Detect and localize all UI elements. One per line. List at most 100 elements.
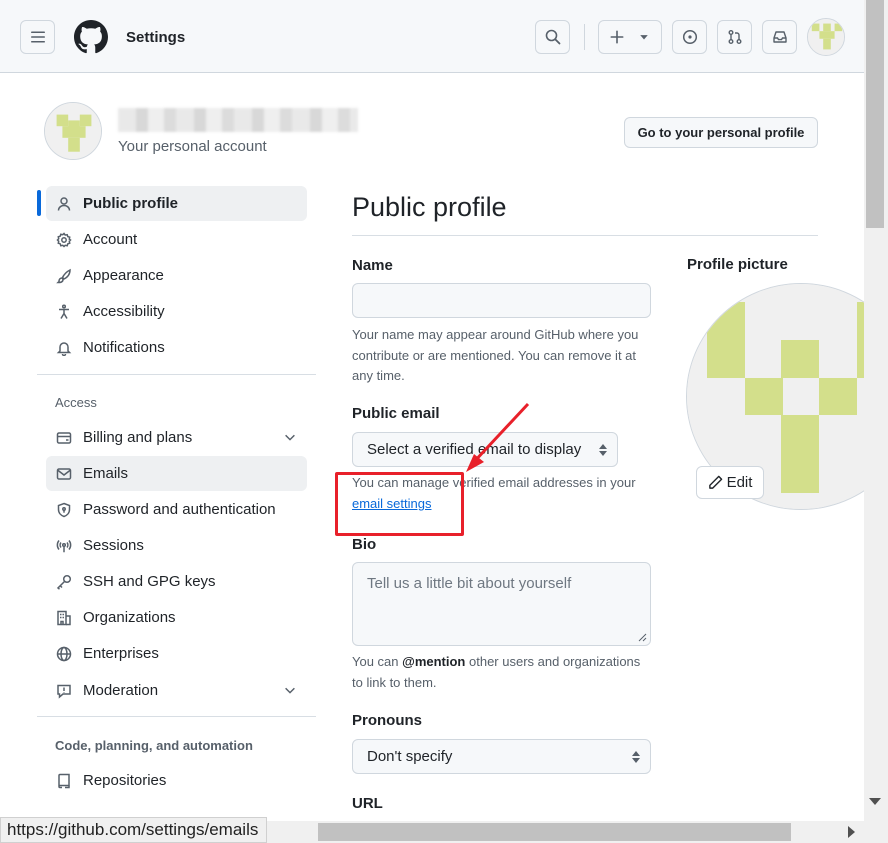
url-label: URL <box>352 795 383 812</box>
sidebar-item-enterprises[interactable]: Enterprises <box>46 636 307 671</box>
bell-icon <box>54 338 74 358</box>
bio-placeholder: Tell us a little bit about yourself <box>367 575 572 592</box>
triangle-down-icon <box>640 35 648 40</box>
pencil-icon <box>708 475 722 489</box>
scroll-down-arrow-icon[interactable] <box>869 798 881 805</box>
sidebar-item-label: SSH and GPG keys <box>83 573 216 590</box>
scroll-right-arrow-icon[interactable] <box>848 826 855 838</box>
edit-label: Edit <box>726 474 753 491</box>
sidebar-item-label: Organizations <box>83 609 176 626</box>
sidebar-item-label: Sessions <box>83 537 144 554</box>
sidebar-item-billing[interactable]: Billing and plans <box>46 420 307 455</box>
global-header: Settings <box>0 0 864 73</box>
bio-help-prefix: You can <box>352 654 399 669</box>
sidebar-item-sessions[interactable]: Sessions <box>46 528 307 563</box>
plus-icon <box>610 30 624 44</box>
credit-card-icon <box>54 428 74 448</box>
github-logo[interactable] <box>74 20 108 54</box>
pronouns-select-value: Don't specify <box>367 748 453 765</box>
sidebar-section-code: Code, planning, and automation <box>55 738 253 753</box>
pronouns-select[interactable]: Don't specify <box>352 739 651 774</box>
key-icon <box>54 572 74 592</box>
sidebar-item-label: Repositories <box>83 772 167 789</box>
hamburger-menu-button[interactable] <box>20 20 55 54</box>
sidebar-item-accessibility[interactable]: Accessibility <box>46 294 307 329</box>
account-subtitle: Your personal account <box>118 138 267 155</box>
sidebar-item-password[interactable]: Password and authentication <box>46 492 307 527</box>
sidebar-item-organizations[interactable]: Organizations <box>46 600 307 635</box>
chevron-down-icon[interactable] <box>283 430 297 444</box>
sidebar-item-ssh-keys[interactable]: SSH and GPG keys <box>46 564 307 599</box>
annotation-highlight-box <box>335 472 464 536</box>
globe-icon <box>54 644 74 664</box>
page-title: Public profile <box>352 192 507 222</box>
sidebar-item-label: Appearance <box>83 267 164 284</box>
repo-icon <box>54 771 74 791</box>
search-button[interactable] <box>535 20 570 54</box>
public-email-label: Public email <box>352 405 440 422</box>
active-indicator <box>37 190 41 216</box>
sidebar-item-label: Emails <box>83 465 129 482</box>
pronouns-label: Pronouns <box>352 712 422 729</box>
person-icon <box>54 194 74 214</box>
horizontal-scroll-thumb[interactable] <box>318 823 791 841</box>
header-divider <box>584 24 585 50</box>
page-context-title[interactable]: Settings <box>126 29 185 46</box>
edit-picture-button[interactable]: Edit <box>696 466 764 499</box>
sidebar-item-label: Enterprises <box>83 645 159 662</box>
name-help-text: Your name may appear around GitHub where… <box>352 327 639 383</box>
sidebar-item-account[interactable]: Account <box>46 222 307 257</box>
create-new-button[interactable] <box>598 20 662 54</box>
name-input[interactable] <box>352 283 651 318</box>
vertical-scroll-thumb[interactable] <box>866 0 884 228</box>
inbox-button[interactable] <box>762 20 797 54</box>
sidebar-item-label: Account <box>83 231 138 248</box>
broadcast-icon <box>54 536 74 556</box>
sidebar-divider <box>37 716 316 717</box>
go-to-profile-button[interactable]: Go to your personal profile <box>624 117 818 148</box>
resize-handle-icon[interactable] <box>637 632 647 642</box>
sidebar-section-access: Access <box>55 395 97 410</box>
sidebar-item-notifications[interactable]: Notifications <box>46 330 307 365</box>
identicon-avatar <box>808 19 844 55</box>
bio-textarea[interactable]: Tell us a little bit about yourself <box>352 562 651 646</box>
pull-requests-button[interactable] <box>717 20 752 54</box>
sidebar-item-appearance[interactable]: Appearance <box>46 258 307 293</box>
search-icon <box>545 29 560 45</box>
profile-picture-label: Profile picture <box>687 256 788 273</box>
sidebar-item-label: Notifications <box>83 339 165 356</box>
sidebar-item-label: Password and authentication <box>83 501 276 518</box>
paintbrush-icon <box>54 266 74 286</box>
gear-icon <box>54 230 74 250</box>
title-divider <box>352 235 818 236</box>
annotation-arrow <box>466 402 530 472</box>
name-label: Name <box>352 257 393 274</box>
status-bar-url: https://github.com/settings/emails <box>0 817 268 843</box>
account-avatar <box>44 102 102 160</box>
sidebar-divider <box>37 374 316 375</box>
pull-requests-icon <box>728 30 741 44</box>
sidebar-item-label: Moderation <box>83 682 159 699</box>
user-avatar-menu[interactable] <box>807 18 845 56</box>
inbox-icon <box>772 31 787 43</box>
accessibility-icon <box>54 302 74 322</box>
sidebar-item-label: Accessibility <box>83 303 165 320</box>
mail-icon <box>54 464 74 484</box>
issues-icon <box>682 29 697 45</box>
account-name-redacted <box>118 108 358 132</box>
chevron-down-icon[interactable] <box>283 683 297 697</box>
report-icon <box>54 681 74 701</box>
sidebar-item-public-profile[interactable]: Public profile <box>46 186 307 221</box>
hamburger-icon <box>30 31 45 43</box>
sidebar-item-emails[interactable]: Emails <box>46 456 307 491</box>
identicon-avatar <box>45 103 101 159</box>
sidebar-item-repositories[interactable]: Repositories <box>46 763 307 798</box>
select-arrows-icon <box>632 750 640 763</box>
mention-text: @mention <box>402 654 466 669</box>
bio-label: Bio <box>352 536 377 553</box>
bio-help-text: You can @mention other users and organiz… <box>352 652 652 693</box>
sidebar-item-moderation[interactable]: Moderation <box>46 673 307 708</box>
select-arrows-icon <box>599 443 607 456</box>
shield-lock-icon <box>54 500 74 520</box>
issues-button[interactable] <box>672 20 707 54</box>
